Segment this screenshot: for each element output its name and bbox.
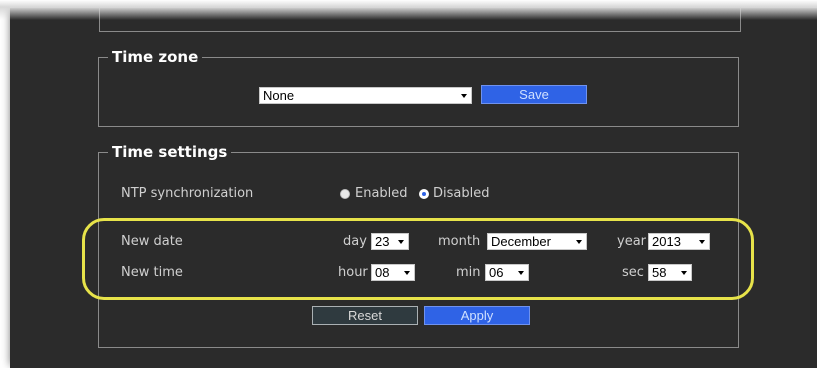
chevron-down-icon — [699, 240, 705, 244]
ntp-disabled-radio[interactable] — [419, 189, 429, 199]
min-select-value: 06 — [489, 265, 504, 280]
chevron-down-icon — [681, 271, 687, 275]
timezone-select-value: None — [263, 88, 295, 103]
month-label: month — [438, 234, 481, 249]
sec-label: sec — [622, 265, 644, 280]
timezone-legend: Time zone — [98, 47, 203, 67]
save-button[interactable]: Save — [481, 85, 587, 104]
hour-label: hour — [338, 265, 368, 280]
ntp-disabled-label[interactable]: Disabled — [433, 186, 489, 202]
sec-select-value: 58 — [652, 265, 667, 280]
year-select-value: 2013 — [652, 234, 681, 249]
new-time-label: New time — [121, 265, 183, 280]
day-select-value: 23 — [375, 234, 390, 249]
chevron-down-icon — [576, 240, 582, 244]
ntp-enabled-radio[interactable] — [340, 189, 350, 199]
chevron-down-icon — [404, 271, 410, 275]
month-select[interactable]: December — [487, 233, 587, 250]
chevron-down-icon — [398, 240, 404, 244]
day-select[interactable]: 23 — [371, 233, 409, 250]
day-label: day — [343, 234, 367, 249]
timesettings-legend: Time settings — [98, 142, 232, 162]
min-label: min — [456, 265, 481, 280]
month-select-value: December — [491, 234, 551, 249]
sec-select[interactable]: 58 — [648, 264, 692, 281]
year-label: year — [617, 234, 647, 249]
timesettings-fieldset: Time settings — [98, 142, 739, 348]
chevron-down-icon — [461, 94, 467, 98]
previous-section-fieldset — [99, 0, 741, 32]
reset-button[interactable]: Reset — [312, 306, 418, 325]
year-select[interactable]: 2013 — [648, 233, 710, 250]
apply-button[interactable]: Apply — [424, 306, 530, 325]
ntp-label: NTP synchronization — [121, 186, 254, 201]
min-select[interactable]: 06 — [485, 264, 529, 281]
ntp-enabled-label[interactable]: Enabled — [355, 186, 408, 202]
timezone-select[interactable]: None — [259, 87, 472, 104]
hour-select-value: 08 — [375, 265, 390, 280]
new-date-label: New date — [121, 234, 183, 249]
hour-select[interactable]: 08 — [371, 264, 415, 281]
chevron-down-icon — [518, 271, 524, 275]
